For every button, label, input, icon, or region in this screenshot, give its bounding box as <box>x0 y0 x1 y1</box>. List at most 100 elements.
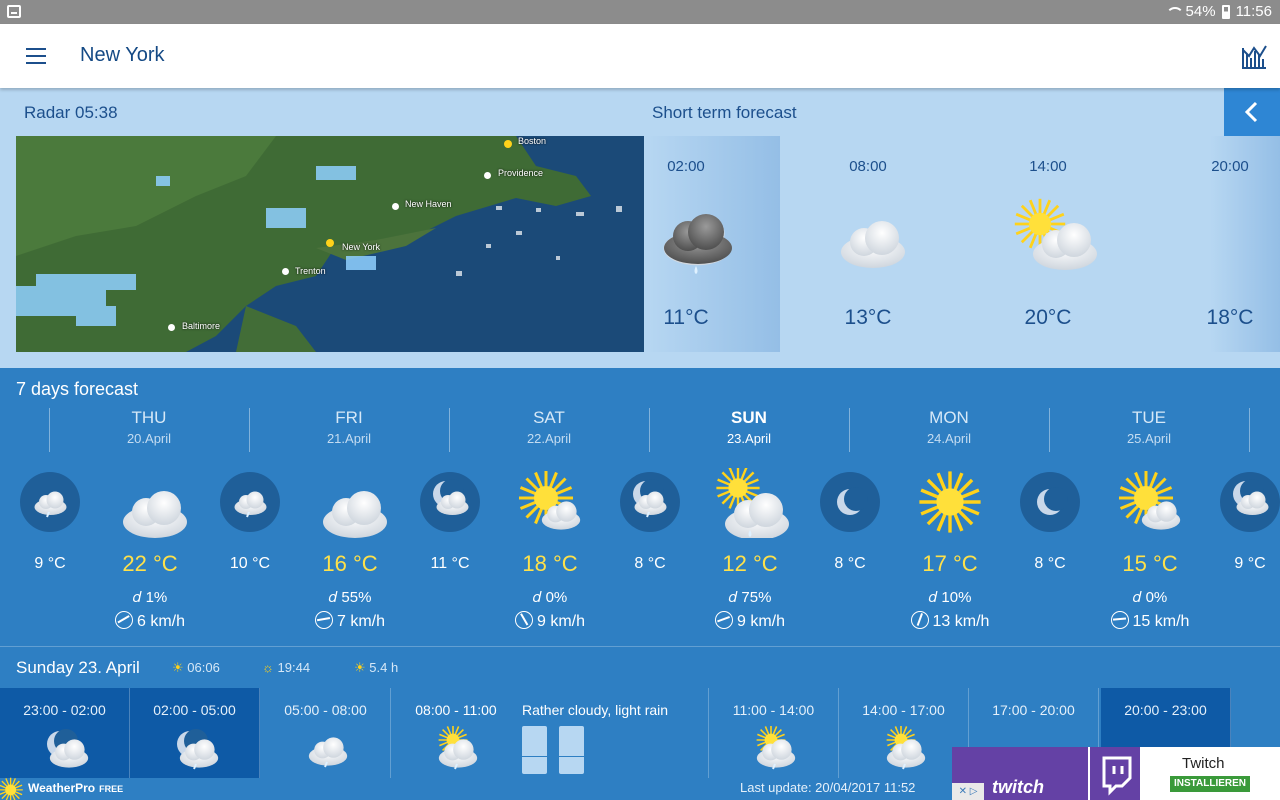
slot-time: 14:00 - 17:00 <box>862 702 945 718</box>
wind-direction-icon <box>910 611 929 629</box>
slot-time: 17:00 - 20:00 <box>992 702 1075 718</box>
day-name: MON <box>929 408 969 427</box>
sun-cloud-icon <box>517 469 581 530</box>
radar-label: Radar 05:38 <box>24 103 118 122</box>
day-temp: 22 °C <box>122 551 178 576</box>
slot-time: 23:00 - 02:00 <box>23 702 106 718</box>
twitch-logo-icon <box>1088 747 1140 800</box>
collapse-button[interactable] <box>1224 88 1280 136</box>
ad-brand-word: twitch <box>992 777 1044 797</box>
wind: 7 km/h <box>280 611 420 631</box>
city-marker <box>504 140 512 148</box>
night-temp: 8 °C <box>634 555 666 572</box>
menu-icon[interactable] <box>26 48 46 64</box>
time-slot[interactable]: 14:00 - 17:00 <box>839 688 969 778</box>
day-header[interactable]: TUE 25.April <box>1049 408 1249 458</box>
gallery-icon <box>7 5 21 18</box>
wind: 6 km/h <box>80 611 220 631</box>
city-label: Trenton <box>295 266 326 276</box>
short-term-item[interactable]: 08:00 13°C <box>808 136 928 352</box>
rain-chance: 𝑑 75% <box>728 589 772 606</box>
app-bar: New York <box>0 24 1280 88</box>
ad-app-name: Twitch <box>1182 755 1225 772</box>
sun-cloud-icon <box>1117 469 1181 530</box>
moon-icon <box>820 472 880 532</box>
wind: 9 km/h <box>680 611 820 631</box>
day-header[interactable]: FRI 21.April <box>249 408 449 458</box>
night-rain-icon <box>220 472 280 532</box>
short-term-time: 20:00 <box>1211 158 1249 175</box>
time-slot[interactable]: 11:00 - 14:00 <box>709 688 839 778</box>
day-header[interactable]: SUN 23.April <box>649 408 849 458</box>
cloud-icon <box>841 221 905 268</box>
rain-chance: 𝑑 0% <box>1132 589 1168 606</box>
day-date: 21.April <box>326 431 372 446</box>
weatherpro-logo: WeatherPro FREE <box>0 773 140 800</box>
night-temp: 10 °C <box>229 555 271 572</box>
day-name: THU <box>131 408 167 427</box>
moon-icon <box>1020 472 1080 532</box>
short-term-item[interactable]: 02:00 11°C <box>626 136 746 352</box>
short-term-forecast[interactable]: 02:00 11°C 08:00 13°C 14:00 20°C 20:00 1… <box>644 136 1280 352</box>
day-header[interactable]: THU 20.April <box>49 408 249 458</box>
short-term-temp: 11°C <box>663 306 709 329</box>
ad-banner[interactable]: twitch Twitch INSTALLIEREN ✕ ▷ <box>952 747 1280 800</box>
precip-bar <box>522 726 547 774</box>
sunset: ☼ 19:44 <box>262 660 311 675</box>
night-temp: 11 °C <box>430 555 470 572</box>
day-name: FRI <box>335 408 363 427</box>
day-name: TUE <box>1132 408 1166 427</box>
sun-cloud-icon <box>1013 197 1097 270</box>
day-temp: 17 °C <box>922 551 978 576</box>
chart-icon[interactable] <box>1240 42 1268 70</box>
short-term-temp: 13°C <box>844 306 892 329</box>
city-label: Boston <box>518 136 547 146</box>
day-header[interactable]: MON 24.April <box>849 408 1049 458</box>
night-cloud-icon <box>47 729 89 768</box>
raindrop-icon: 𝑑 <box>928 589 938 606</box>
time-slot[interactable]: 23:00 - 02:00 <box>0 688 130 778</box>
raindrop-icon: 𝑑 <box>728 589 738 606</box>
seven-day-forecast: 7 days forecast THU 20.April FRI 21.Apri… <box>0 368 1280 646</box>
rain-chance: 𝑑 0% <box>532 589 568 606</box>
day-temp: 12 °C <box>722 551 778 576</box>
status-bar: 54% 11:56 <box>0 0 1280 24</box>
time-slot[interactable]: 05:00 - 08:00 <box>261 688 391 778</box>
day-date: 20.April <box>126 431 172 446</box>
raindrop-icon: 𝑑 <box>132 589 142 606</box>
night-temp: 8 °C <box>1034 555 1066 572</box>
ad-install-button[interactable]: INSTALLIEREN <box>1170 776 1250 792</box>
rain-chance: 𝑑 55% <box>328 589 372 606</box>
short-term-time: 02:00 <box>667 158 705 175</box>
night-temp: 8 °C <box>834 555 866 572</box>
short-term-item[interactable]: 14:00 20°C <box>988 136 1108 352</box>
seven-day-label: 7 days forecast <box>16 379 139 399</box>
cloud-icon <box>123 491 187 538</box>
raindrop-icon: 𝑑 <box>328 589 338 606</box>
city-marker <box>326 239 334 247</box>
day-name: SUN <box>731 408 767 427</box>
rain-cloud-icon <box>308 737 348 768</box>
sun-icon: ☀ <box>354 660 366 675</box>
radar-map[interactable]: Boston Providence New Haven New York Tre… <box>16 136 644 352</box>
wind: 13 km/h <box>880 611 1020 631</box>
logo-brand: WeatherPro FREE <box>28 781 124 795</box>
city-label: New York <box>342 242 381 252</box>
cloud-icon <box>323 491 387 538</box>
night-rain-icon <box>20 472 80 532</box>
slot-time: 11:00 - 14:00 <box>732 702 815 718</box>
wind: 15 km/h <box>1080 611 1220 631</box>
ad-choices-icon[interactable]: ✕ ▷ <box>952 783 984 800</box>
day-header[interactable]: SAT 22.April <box>449 408 649 458</box>
rain-cloud-icon <box>663 214 732 274</box>
time-slot[interactable]: 02:00 - 05:00 <box>130 688 260 778</box>
night-cloud-icon <box>1220 472 1280 532</box>
sunrise: ☀ 06:06 <box>172 660 220 675</box>
wifi-icon <box>1165 5 1184 19</box>
slot-description: Rather cloudy, light rain <box>522 702 669 718</box>
city-marker <box>168 324 175 331</box>
city-label: Baltimore <box>182 321 221 331</box>
rain-chance: 𝑑 1% <box>132 589 168 606</box>
sun-rain-cloud-icon <box>715 468 789 538</box>
short-term-item[interactable]: 20:00 18°C <box>1170 136 1280 352</box>
